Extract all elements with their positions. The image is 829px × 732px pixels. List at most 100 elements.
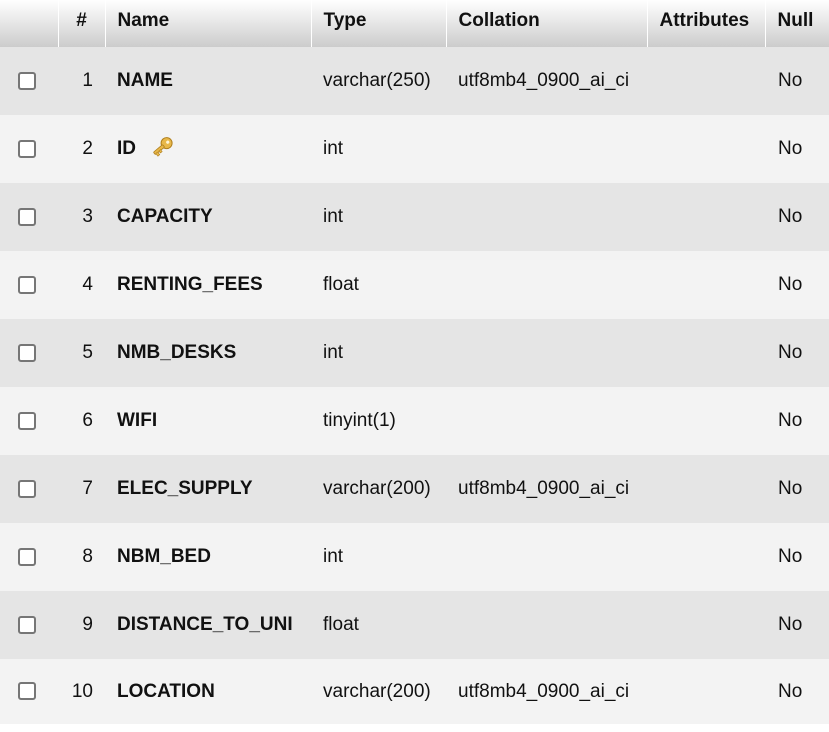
table-row: 9 DISTANCE_TO_UNI float No xyxy=(0,591,829,659)
column-attributes xyxy=(647,387,765,455)
column-number: 8 xyxy=(82,546,93,567)
row-select-cell xyxy=(0,523,58,591)
table-structure: # Name Type Collation Attributes Null 1 … xyxy=(0,0,829,724)
table-body: 1 NAME varchar(250) utf8mb4_0900_ai_ci N… xyxy=(0,47,829,724)
row-select-cell xyxy=(0,455,58,523)
row-checkbox[interactable] xyxy=(18,615,36,634)
header-null[interactable]: Null xyxy=(764,0,829,47)
row-select-cell xyxy=(0,47,58,115)
column-name: WIFI xyxy=(117,410,158,431)
key-icon xyxy=(153,137,173,158)
row-select-cell xyxy=(0,591,58,659)
column-number: 6 xyxy=(82,410,93,431)
column-name: NMB_DESKS xyxy=(117,342,237,363)
header-number[interactable]: # xyxy=(57,0,105,47)
header-name[interactable]: Name xyxy=(104,0,311,47)
column-type: varchar(200) xyxy=(323,478,431,499)
header-collation[interactable]: Collation xyxy=(445,0,647,47)
column-name-cell: NBM_BED xyxy=(105,523,311,591)
column-null: No xyxy=(778,138,803,159)
column-collation xyxy=(446,591,647,659)
column-name-cell: RENTING_FEES xyxy=(105,251,311,319)
column-attributes xyxy=(647,251,765,319)
row-checkbox[interactable] xyxy=(18,479,36,498)
header-row: # Name Type Collation Attributes Null xyxy=(0,0,829,47)
row-checkbox[interactable] xyxy=(18,411,36,430)
column-attributes xyxy=(647,523,765,591)
column-type: int xyxy=(323,546,344,567)
table-row: 10 LOCATION varchar(200) utf8mb4_0900_ai… xyxy=(0,659,829,724)
column-null: No xyxy=(778,342,803,363)
table-header: # Name Type Collation Attributes Null xyxy=(0,0,829,47)
table-row: 4 RENTING_FEES float No xyxy=(0,251,829,319)
row-checkbox[interactable] xyxy=(18,207,36,226)
column-null: No xyxy=(778,546,803,567)
row-select-cell xyxy=(0,387,58,455)
column-collation xyxy=(446,387,647,455)
row-checkbox[interactable] xyxy=(18,547,36,566)
column-name-cell: LOCATION xyxy=(105,659,311,724)
row-select-cell xyxy=(0,659,58,724)
column-name-cell: ID xyxy=(105,115,311,183)
column-null: No xyxy=(778,70,803,91)
column-attributes xyxy=(647,591,765,659)
column-null: No xyxy=(778,614,803,635)
column-attributes xyxy=(647,115,765,183)
column-name: LOCATION xyxy=(117,680,215,702)
row-select-cell xyxy=(0,251,58,319)
column-type: varchar(200) xyxy=(323,680,431,702)
column-type: int xyxy=(323,206,344,227)
row-select-cell xyxy=(0,183,58,251)
column-null: No xyxy=(778,680,803,702)
column-type: float xyxy=(323,274,359,295)
column-number: 10 xyxy=(71,680,93,702)
column-name-cell: NMB_DESKS xyxy=(105,319,311,387)
column-null: No xyxy=(778,206,803,227)
table-row: 1 NAME varchar(250) utf8mb4_0900_ai_ci N… xyxy=(0,47,829,115)
column-number: 3 xyxy=(82,206,93,227)
column-number: 5 xyxy=(82,342,93,363)
table-row: 2 ID int No xyxy=(0,115,829,183)
table-row: 5 NMB_DESKS int No xyxy=(0,319,829,387)
header-attributes[interactable]: Attributes xyxy=(646,0,765,47)
column-collation xyxy=(446,183,647,251)
column-attributes xyxy=(647,455,765,523)
column-number: 7 xyxy=(82,478,93,499)
row-checkbox[interactable] xyxy=(18,71,36,90)
column-type: int xyxy=(323,342,344,363)
column-type: tinyint(1) xyxy=(323,410,396,431)
column-null: No xyxy=(778,410,803,431)
column-number: 4 xyxy=(82,274,93,295)
column-collation xyxy=(446,523,647,591)
column-name-cell: ELEC_SUPPLY xyxy=(105,455,311,523)
row-checkbox[interactable] xyxy=(18,139,36,158)
column-name: RENTING_FEES xyxy=(117,274,263,295)
column-name: CAPACITY xyxy=(117,206,213,227)
column-name: DISTANCE_TO_UNI xyxy=(117,614,293,635)
column-number: 2 xyxy=(82,138,93,159)
column-name: NAME xyxy=(117,70,173,91)
table-row: 3 CAPACITY int No xyxy=(0,183,829,251)
column-name-cell: CAPACITY xyxy=(105,183,311,251)
column-name-cell: DISTANCE_TO_UNI xyxy=(105,591,311,659)
table-row: 8 NBM_BED int No xyxy=(0,523,829,591)
column-name: NBM_BED xyxy=(117,546,211,567)
row-checkbox[interactable] xyxy=(18,275,36,294)
row-checkbox[interactable] xyxy=(18,682,36,701)
column-attributes xyxy=(647,319,765,387)
column-name-cell: WIFI xyxy=(105,387,311,455)
column-type: varchar(250) xyxy=(323,70,431,91)
column-null: No xyxy=(778,274,803,295)
row-checkbox[interactable] xyxy=(18,343,36,362)
header-select xyxy=(0,0,58,47)
column-collation: utf8mb4_0900_ai_ci xyxy=(458,70,630,91)
table-row: 7 ELEC_SUPPLY varchar(200) utf8mb4_0900_… xyxy=(0,455,829,523)
column-number: 1 xyxy=(82,70,93,91)
column-type: float xyxy=(323,614,359,635)
column-collation xyxy=(446,115,647,183)
column-collation: utf8mb4_0900_ai_ci xyxy=(458,478,630,499)
column-type: int xyxy=(323,138,344,159)
header-type[interactable]: Type xyxy=(310,0,446,47)
column-collation: utf8mb4_0900_ai_ci xyxy=(458,680,630,702)
column-name: ID xyxy=(117,138,136,159)
